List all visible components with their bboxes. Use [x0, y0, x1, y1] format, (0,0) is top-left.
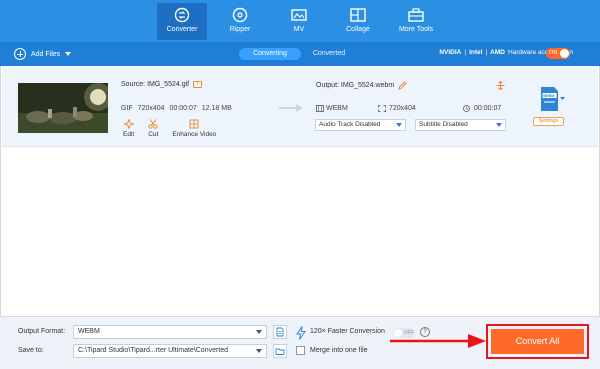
merge-label: Merge into one file: [310, 347, 368, 354]
format-badge-label: WEBM: [543, 94, 555, 98]
chevron-down-icon: [256, 330, 262, 334]
red-arrow-annotation: [390, 334, 486, 348]
amd-label: AMD: [490, 49, 505, 56]
converter-icon: [174, 7, 190, 23]
subtitle-value: Subtitle Disabled: [419, 121, 468, 128]
arrow-right-icon: [279, 104, 303, 112]
convert-all-button[interactable]: Convert All: [491, 329, 584, 354]
palette-icon: [189, 119, 199, 129]
output-resolution: 720x404: [389, 105, 416, 112]
edit-icon: [123, 119, 134, 129]
folder-icon: [275, 348, 285, 355]
tab-mv[interactable]: MV: [274, 3, 324, 40]
audio-track-dropdown[interactable]: Audio Track Disabled: [315, 119, 406, 131]
nvidia-label: NVIDIA: [439, 49, 462, 56]
output-format-label: Output Format:: [18, 328, 66, 335]
webm-file-icon: [541, 87, 565, 111]
source-format: GIF: [121, 105, 133, 112]
merge-checkbox[interactable]: [296, 346, 305, 355]
divider: |: [464, 49, 467, 56]
list-item: Source: IMG_5524.gif i GIF 720x404 00:00…: [2, 67, 598, 147]
chevron-down-icon: [256, 349, 262, 353]
output-filename: Output: IMG_5524.webm: [316, 81, 407, 90]
add-files-button[interactable]: Add Files: [14, 48, 72, 60]
save-to-label: Save to:: [18, 347, 44, 354]
output-format-select[interactable]: WEBM: [73, 325, 267, 339]
cut-label: Cut: [148, 131, 159, 138]
clock-icon: [463, 105, 470, 112]
source-duration: 00:00:07: [169, 105, 197, 112]
file-actions: Edit Cut Enhance Video: [123, 119, 216, 138]
lightning-icon: [296, 326, 306, 340]
intel-label: Intel: [469, 49, 483, 56]
pencil-icon[interactable]: [398, 81, 407, 90]
output-duration: 00:00:07: [474, 105, 502, 112]
info-icon[interactable]: i: [193, 81, 203, 88]
open-folder-button[interactable]: [273, 344, 287, 358]
tab-collage[interactable]: Collage: [333, 3, 383, 40]
film-icon: [316, 105, 324, 112]
settings-button[interactable]: Settings: [533, 117, 564, 126]
source-label: Source: IMG_5524.gif: [121, 81, 190, 88]
source-filename: Source: IMG_5524.gif i: [121, 81, 203, 88]
tab-converter-label: Converter: [166, 26, 198, 33]
toggle-state-label: ON: [549, 50, 558, 56]
hardware-acceleration-toggle[interactable]: ON: [546, 48, 570, 59]
resize-icon: [378, 105, 386, 112]
toolbar: Add Files Converting Converted NVIDIA | …: [0, 42, 600, 66]
toolbox-icon: [408, 8, 424, 22]
tab-more-tools[interactable]: More Tools: [391, 3, 441, 40]
thumbnail-image: [18, 83, 108, 133]
faster-conversion-label: 120× Faster Conversion: [310, 328, 385, 335]
save-to-select[interactable]: C:\Tipard Studio\Tipard...rter Ultimate\…: [73, 344, 267, 358]
video-thumbnail[interactable]: [18, 83, 108, 133]
output-format: WEBM: [326, 105, 348, 112]
chevron-down-icon: [496, 123, 502, 127]
source-size: 12.18 MB: [201, 105, 232, 112]
output-format-value: WEBM: [78, 328, 100, 335]
subtitle-dropdown[interactable]: Subtitle Disabled: [415, 119, 506, 131]
chevron-down-icon: [396, 123, 402, 127]
toggle-knob: [560, 49, 569, 58]
chevron-down-icon[interactable]: [65, 52, 72, 56]
source-resolution: 720x404: [137, 105, 165, 112]
edit-label: Edit: [123, 131, 135, 138]
enhance-video-button[interactable]: Enhance Video: [172, 119, 216, 138]
top-navigation: Converter Ripper MV Collage More Tools: [0, 0, 600, 42]
mv-icon: [291, 9, 307, 21]
compress-icon[interactable]: [496, 81, 505, 90]
source-metadata: GIF 720x404 00:00:07 12.18 MB: [121, 105, 232, 112]
format-settings-button[interactable]: [273, 325, 287, 339]
audio-track-value: Audio Track Disabled: [319, 121, 381, 128]
tab-collage-label: Collage: [346, 26, 370, 33]
output-format-button[interactable]: WEBM: [540, 86, 566, 114]
add-files-label: Add Files: [31, 50, 61, 58]
collage-icon: [350, 8, 366, 22]
tab-converted[interactable]: Converted: [303, 48, 355, 60]
edit-button[interactable]: Edit: [123, 119, 134, 138]
tab-converter[interactable]: Converter: [157, 3, 207, 40]
save-to-value: C:\Tipard Studio\Tipard...rter Ultimate\…: [78, 347, 229, 354]
enhance-video-label: Enhance Video: [172, 131, 217, 138]
ripper-icon: [232, 7, 248, 23]
tab-ripper[interactable]: Ripper: [215, 3, 265, 40]
add-icon: [14, 48, 26, 60]
tab-converting[interactable]: Converting: [239, 48, 301, 60]
tab-ripper-label: Ripper: [229, 26, 251, 33]
output-label: Output: IMG_5524.webm: [316, 82, 395, 89]
tab-mv-label: MV: [293, 26, 305, 33]
tab-more-tools-label: More Tools: [398, 26, 434, 33]
cut-button[interactable]: Cut: [148, 119, 158, 138]
divider: |: [485, 49, 488, 56]
document-icon: [276, 327, 284, 337]
scissors-icon: [148, 119, 158, 129]
file-list: Source: IMG_5524.gif i GIF 720x404 00:00…: [0, 66, 600, 316]
